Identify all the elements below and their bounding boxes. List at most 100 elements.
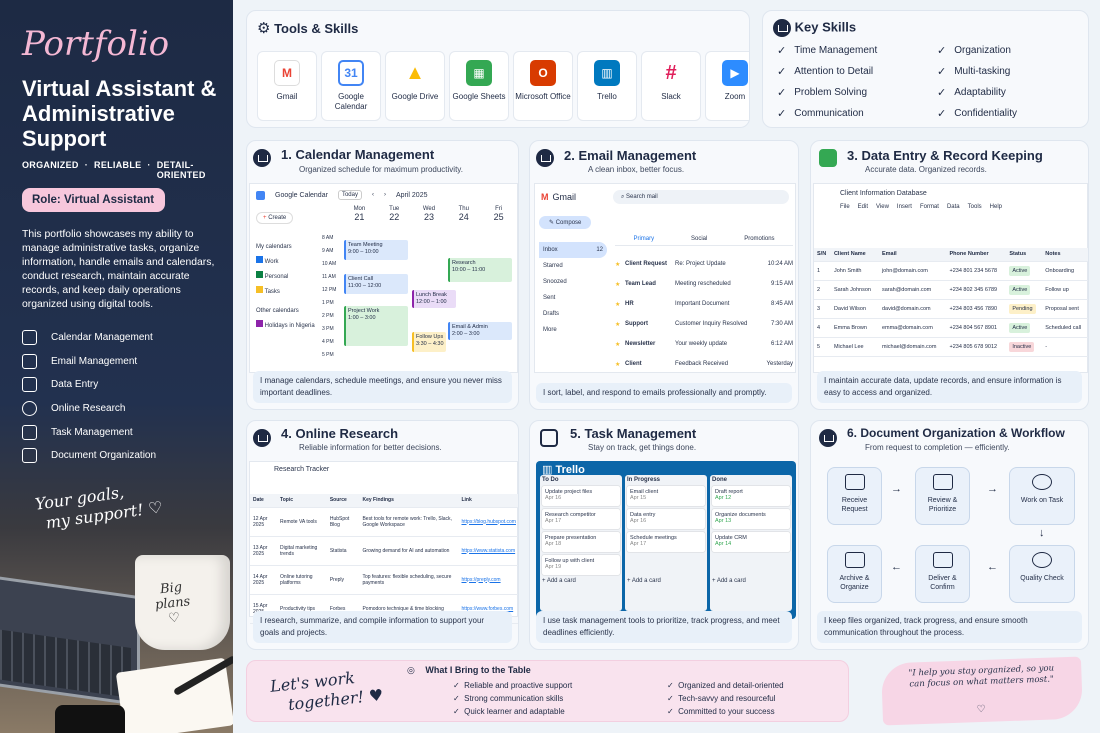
send-icon xyxy=(932,552,953,568)
document-workflow-card: 6. Document Organization & Workflow From… xyxy=(810,420,1089,650)
portfolio-script-title: Portfolio xyxy=(22,24,170,64)
task-card-item[interactable]: Email client Apr 15 xyxy=(627,486,705,506)
service-item-docs: Document Organization xyxy=(22,444,156,468)
folder-starred[interactable]: Starred xyxy=(539,258,607,274)
add-card-button[interactable]: + Add a card xyxy=(712,578,790,584)
calendar-icon xyxy=(253,149,271,167)
email-row[interactable]: ★ HR Important Document 8:45 AM xyxy=(615,294,793,314)
status-badge: Active xyxy=(1009,265,1031,276)
task-card-item[interactable]: Organize documents Apr 13 xyxy=(712,509,790,529)
checkbox-icon xyxy=(22,424,37,440)
chevron-right-icon[interactable]: › xyxy=(384,192,386,198)
skill-item: ✓ Communication xyxy=(777,108,864,120)
tab-social[interactable]: Social xyxy=(691,236,707,242)
status-badge: Pending xyxy=(1009,303,1036,314)
research-tracker-screenshot: Research Tracker Date Topic Source Key Find… xyxy=(249,461,518,624)
table-row[interactable]: 3 David Wilson david@domain.com +234 803 45… xyxy=(814,299,1088,319)
folder-icon xyxy=(844,552,865,568)
sidebar: Portfolio Virtual Assistant & Administra… xyxy=(0,0,233,733)
skill-item: ✓ Multi-tasking xyxy=(937,66,1011,78)
tag-detail: DETAIL-ORIENTED xyxy=(156,160,206,180)
app-calendar: 31 Google Calendar xyxy=(321,51,381,121)
app-zoom: ▶ Zoom xyxy=(705,51,749,121)
email-row[interactable]: ★ Team Lead Meeting rescheduled 9:15 AM xyxy=(615,274,793,294)
document-caption: I keep files organized, track progress, … xyxy=(817,611,1082,643)
zoom-icon: ▶ xyxy=(722,60,748,86)
table-row[interactable]: 13 Apr 2025 Digital marketing trends Stati… xyxy=(250,536,518,566)
folder-sent[interactable]: Sent xyxy=(539,290,607,306)
task-card-item[interactable]: Draft report Apr 12 xyxy=(712,486,790,506)
list-todo: To Do Update project files Apr 16 Researc… xyxy=(540,475,622,611)
star-icon: ★ xyxy=(615,341,621,348)
task-card-item[interactable]: Follow up with client Apr 19 xyxy=(542,555,620,575)
task-card-item[interactable]: Research competitor Apr 17 xyxy=(542,509,620,529)
tab-promotions[interactable]: Promotions xyxy=(744,236,774,242)
app-slack: # Slack xyxy=(641,51,701,121)
trello-board: ▥ Trello To Do Update project files Apr 1… xyxy=(536,461,796,619)
arrow-left-icon: ← xyxy=(987,561,998,573)
data-entry-card: 3. Data Entry & Record Keeping Accurate … xyxy=(810,140,1089,410)
search-input[interactable]: ⌕ Search mail xyxy=(613,190,789,204)
table-row[interactable]: 4 Emma Brown emma@domain.com +234 804 567 8… xyxy=(814,318,1088,338)
table-row[interactable]: 12 Apr 2025 Remote VA tools HubSpot Blog Be… xyxy=(250,507,518,537)
email-caption: I sort, label, and respond to emails pro… xyxy=(536,383,792,403)
folder-inbox[interactable]: Inbox 12 xyxy=(539,242,607,258)
spreadsheet-screenshot: Client Information Database File Edit View… xyxy=(813,183,1088,373)
tab-primary[interactable]: Primary xyxy=(633,236,654,242)
table-row[interactable]: 2 Sarah Johnson sarah@domain.com +234 802 3… xyxy=(814,280,1088,300)
task-card-item[interactable]: Update CRM Apr 14 xyxy=(712,532,790,552)
arrow-down-icon: ↓ xyxy=(1039,527,1045,539)
today-button[interactable]: Today xyxy=(337,190,362,200)
app-gmail: M Gmail xyxy=(257,51,317,121)
email-row[interactable]: ★ Newsletter Your weekly update 6:12 AM xyxy=(615,334,793,354)
folder-snoozed[interactable]: Snoozed xyxy=(539,274,607,290)
skill-item: ✓ Adaptability xyxy=(937,87,1006,99)
skill-item: ✓ Time Management xyxy=(777,45,878,57)
step-quality: Quality Check xyxy=(1009,545,1075,603)
table-row[interactable]: 5 Michael Lee michael@domain.com +234 805 6… xyxy=(814,337,1088,357)
calendar-caption: I manage calendars, schedule meetings, a… xyxy=(253,371,512,403)
table-row[interactable]: 1 John Smith john@domain.com +234 801 234 5… xyxy=(814,261,1088,281)
calendar-event[interactable]: Project Work 1:00 – 3:00 xyxy=(344,306,408,346)
portfolio-page: Portfolio Virtual Assistant & Administra… xyxy=(0,0,1100,733)
add-card-button[interactable]: + Add a card xyxy=(542,578,620,584)
research-caption: I research, summarize, and compile infor… xyxy=(253,611,512,643)
task-card-item[interactable]: Data entry Apr 16 xyxy=(627,509,705,529)
task-card-item[interactable]: Prepare presentation Apr 18 xyxy=(542,532,620,552)
table-row[interactable]: 14 Apr 2025 Online tutoring platforms Prep… xyxy=(250,565,518,595)
email-row[interactable]: ★ Client Request Re: Project Update 10:24 A… xyxy=(615,254,793,274)
status-badge: Active xyxy=(1009,284,1031,295)
email-row[interactable]: ★ Client Feedback Received Yesterday xyxy=(615,354,793,374)
key-skills-card: Key Skills ✓ Time Management ✓ Attention t… xyxy=(762,10,1089,128)
create-button[interactable]: + Create xyxy=(256,212,294,224)
gmail-logo-icon: M xyxy=(541,192,549,202)
task-card-item[interactable]: Schedule meetings Apr 17 xyxy=(627,532,705,552)
service-list: Calendar Management Email Management Dat… xyxy=(22,326,156,468)
key-skills-title: Key Skills xyxy=(794,19,857,35)
calendar-event[interactable]: Team Meeting 9:00 – 10:00 xyxy=(344,240,408,260)
calendar-event[interactable]: Research 10:00 – 11:00 xyxy=(448,258,512,282)
status-badge: Active xyxy=(1009,322,1031,333)
bring-right-list: ✓ Organized and detail-oriented ✓ Tech-s… xyxy=(667,681,784,716)
data-entry-subtitle: Accurate data. Organized records. xyxy=(865,165,987,174)
chevron-left-icon[interactable]: ‹ xyxy=(372,192,374,198)
search-icon xyxy=(253,429,271,447)
folder-drafts[interactable]: Drafts xyxy=(539,306,607,322)
tag-reliable: RELIABLE xyxy=(94,160,142,170)
email-row[interactable]: ★ Support Customer Inquiry Resolved 7:30 AM xyxy=(615,314,793,334)
folder-more[interactable]: More xyxy=(539,322,607,338)
check-icon: ✓ xyxy=(777,45,787,57)
skills-right: ✓ Organization ✓ Multi-tasking ✓ Adaptabili… xyxy=(937,44,1017,120)
task-caption: I use task management tools to prioritiz… xyxy=(536,611,792,643)
heart-icon: ♡ xyxy=(976,703,986,716)
task-card-item[interactable]: Update project files Apr 16 xyxy=(542,486,620,506)
calendar-event[interactable]: Lunch Break 12:00 – 1:00 xyxy=(412,290,456,308)
compose-button[interactable]: ✎ Compose xyxy=(539,216,592,229)
badge-check-icon xyxy=(773,19,791,37)
calendar-event[interactable]: Email & Admin 2:00 – 3:00 xyxy=(448,322,512,340)
research-subtitle: Reliable information for better decision… xyxy=(299,443,442,452)
check-icon: ✓ xyxy=(777,87,787,99)
calendar-event[interactable]: Follow Ups 3:30 – 4:30 xyxy=(412,332,446,352)
add-card-button[interactable]: + Add a card xyxy=(627,578,705,584)
calendar-event[interactable]: Client Call 11:00 – 12:00 xyxy=(344,274,408,294)
